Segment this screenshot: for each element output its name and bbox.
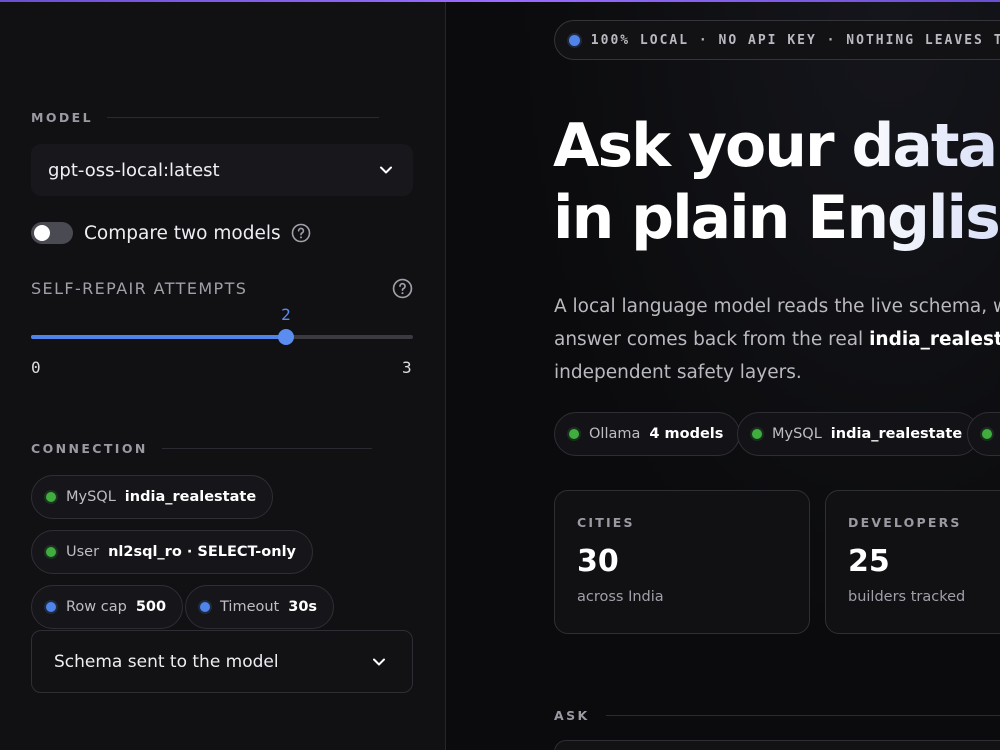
- chevron-down-icon: [373, 658, 385, 665]
- slider-min-label: 0: [31, 358, 41, 377]
- toggle-knob: [34, 225, 50, 241]
- page-title: Ask your databa in plain English.: [553, 110, 1000, 254]
- sidebar: MODEL gpt-oss-local:latest Compare two m…: [0, 2, 446, 750]
- help-circle-icon[interactable]: [392, 278, 413, 299]
- divider: [605, 715, 1000, 716]
- ollama-status-pill: Ollama 4 models: [554, 412, 741, 456]
- ask-input[interactable]: [554, 740, 1000, 750]
- status-dot-icon: [200, 602, 210, 612]
- status-dot-icon: [46, 547, 56, 557]
- self-repair-slider[interactable]: [31, 329, 413, 345]
- mysql-status-pill: MySQL india_realestate: [737, 412, 980, 456]
- help-circle-icon[interactable]: [291, 223, 311, 243]
- model-section-label: MODEL: [31, 110, 379, 125]
- status-dot-icon: [46, 602, 56, 612]
- slider-thumb[interactable]: [278, 329, 294, 345]
- stat-card-developers: DEVELOPERS 25 builders tracked: [825, 490, 1000, 634]
- schema-expander[interactable]: Schema sent to the model: [31, 630, 413, 693]
- local-banner: 100% LOCAL · NO API KEY · NOTHING LEAVES…: [554, 20, 1000, 60]
- compare-toggle-row: Compare two models: [31, 222, 311, 244]
- stat-card-cities: CITIES 30 across India: [554, 490, 810, 634]
- slider-max-label: 3: [402, 358, 412, 377]
- status-dot-icon: [982, 429, 992, 439]
- status-dot-icon: [752, 429, 762, 439]
- model-select[interactable]: gpt-oss-local:latest: [31, 144, 413, 196]
- chevron-down-icon: [380, 166, 392, 174]
- slider-current-value: 2: [281, 305, 291, 324]
- lead-paragraph: A local language model reads the live sc…: [554, 296, 1000, 383]
- user-connection-pill: User nl2sql_ro · SELECT-only: [31, 530, 314, 574]
- compare-models-toggle[interactable]: [31, 222, 73, 244]
- status-dot-icon: [569, 429, 579, 439]
- row-cap-pill: Row cap 500: [31, 585, 184, 629]
- status-dot-icon: [46, 492, 56, 502]
- mysql-connection-pill: MySQL india_realestate: [31, 475, 274, 519]
- timeout-pill: Timeout 30s: [185, 585, 335, 629]
- main-content: 100% LOCAL · NO API KEY · NOTHING LEAVES…: [447, 2, 1000, 750]
- divider: [106, 117, 379, 118]
- self-repair-label: SELF-REPAIR ATTEMPTS: [31, 279, 248, 298]
- connection-section-label: CONNECTION: [31, 441, 372, 456]
- model-select-value: gpt-oss-local:latest: [48, 159, 220, 181]
- divider: [161, 448, 372, 449]
- ask-section-label: ASK: [554, 708, 1000, 723]
- slider-fill: [31, 335, 286, 339]
- compare-models-label: Compare two models: [84, 222, 281, 244]
- schema-expander-label: Schema sent to the model: [54, 651, 279, 672]
- status-dot-icon: [569, 34, 580, 46]
